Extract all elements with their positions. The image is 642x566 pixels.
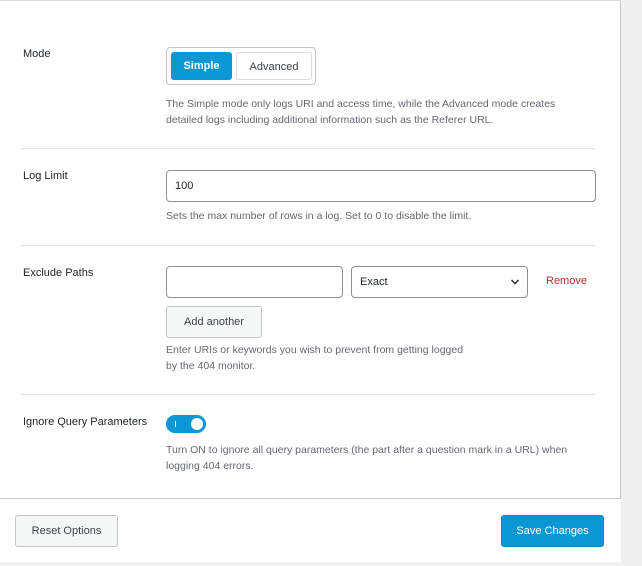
- exclude-paths-description-line-2: by the 404 monitor.: [166, 360, 256, 372]
- add-another-button[interactable]: Add another: [166, 306, 262, 338]
- mode-segmented-control: Simple Advanced: [166, 47, 316, 85]
- match-type-value: Exact: [360, 276, 388, 288]
- exclude-paths-label: Exclude Paths: [23, 267, 94, 279]
- ignore-query-label: Ignore Query Parameters: [23, 416, 148, 428]
- chevron-down-icon: [511, 279, 519, 285]
- toggle-knob: [191, 418, 203, 430]
- ignore-query-description-line-2: logging 404 errors.: [166, 460, 254, 472]
- log-limit-input[interactable]: 100: [166, 170, 596, 202]
- panel-top-border: [0, 0, 621, 1]
- save-changes-button[interactable]: Save Changes: [501, 515, 604, 547]
- ignore-query-toggle[interactable]: [166, 415, 206, 433]
- toggle-on-mark: [175, 421, 176, 427]
- settings-footer: Reset Options Save Changes: [0, 498, 621, 562]
- ignore-query-description-line-1: Turn ON to ignore all query parameters (…: [166, 444, 568, 456]
- match-type-select[interactable]: Exact: [351, 266, 528, 298]
- log-limit-label: Log Limit: [23, 170, 68, 182]
- section-divider: [21, 148, 595, 149]
- reset-options-button[interactable]: Reset Options: [15, 515, 118, 547]
- mode-label: Mode: [23, 48, 51, 60]
- exclude-paths-description: Enter URIs or keywords you wish to preve…: [166, 342, 463, 374]
- ignore-query-description: Turn ON to ignore all query parameters (…: [166, 442, 567, 474]
- mode-advanced-button[interactable]: Advanced: [236, 52, 312, 80]
- mode-description: The Simple mode only logs URI and access…: [166, 96, 555, 128]
- mode-description-line-2: detailed logs including additional infor…: [166, 114, 494, 126]
- settings-panel: Mode Simple Advanced The Simple mode onl…: [0, 0, 621, 562]
- mode-description-line-1: The Simple mode only logs URI and access…: [166, 98, 556, 110]
- section-divider: [21, 394, 595, 395]
- section-divider: [21, 245, 595, 246]
- mode-simple-button[interactable]: Simple: [171, 52, 232, 80]
- exclude-path-input[interactable]: [166, 266, 343, 298]
- exclude-paths-description-line-1: Enter URIs or keywords you wish to preve…: [166, 344, 464, 356]
- remove-path-link[interactable]: Remove: [546, 275, 587, 287]
- log-limit-description: Sets the max number of rows in a log. Se…: [166, 210, 472, 222]
